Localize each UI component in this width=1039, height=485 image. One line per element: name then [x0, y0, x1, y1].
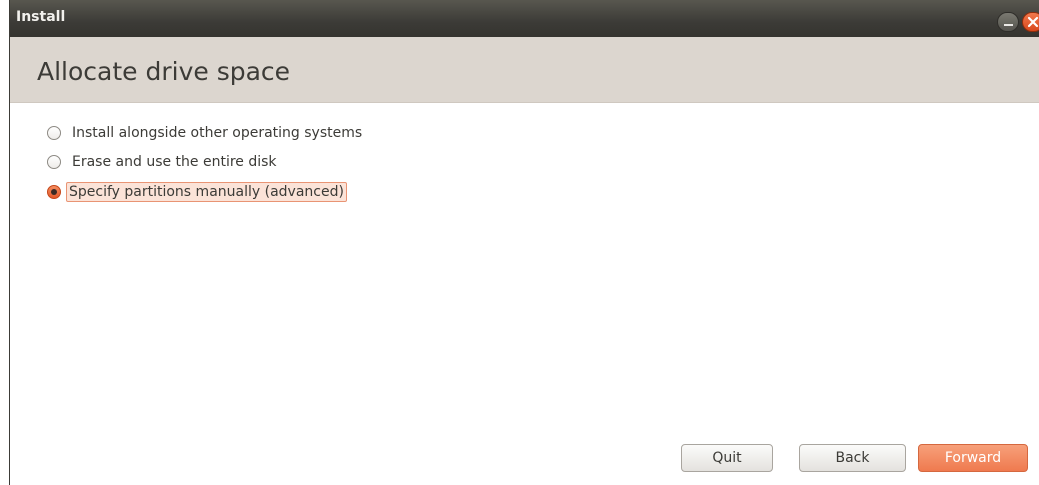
option-install-alongside[interactable]: Install alongside other operating system…: [47, 122, 365, 144]
radio-erase-disk[interactable]: [47, 155, 61, 169]
title-bar: Install: [10, 0, 1039, 37]
option-erase-disk[interactable]: Erase and use the entire disk: [47, 151, 280, 173]
option-label: Install alongside other operating system…: [72, 125, 363, 141]
option-label: Erase and use the entire disk: [72, 154, 277, 170]
quit-button[interactable]: Quit: [681, 444, 773, 472]
page-header: Allocate drive space: [10, 37, 1039, 103]
minimize-icon: [1004, 24, 1013, 26]
desktop-edge: [0, 0, 9, 485]
close-button[interactable]: [1022, 12, 1039, 32]
back-button[interactable]: Back: [799, 444, 906, 472]
radio-specify-manually[interactable]: [47, 185, 61, 199]
page-title: Allocate drive space: [37, 57, 291, 86]
installer-window: Install Allocate drive space Install alo…: [9, 0, 1039, 485]
window-title: Install: [16, 9, 66, 25]
close-icon: [1027, 16, 1039, 28]
minimize-button[interactable]: [997, 12, 1019, 32]
option-label: Specify partitions manually (advanced): [66, 182, 347, 202]
forward-button[interactable]: Forward: [918, 444, 1028, 472]
radio-install-alongside[interactable]: [47, 126, 61, 140]
option-specify-manually[interactable]: Specify partitions manually (advanced): [47, 181, 347, 203]
